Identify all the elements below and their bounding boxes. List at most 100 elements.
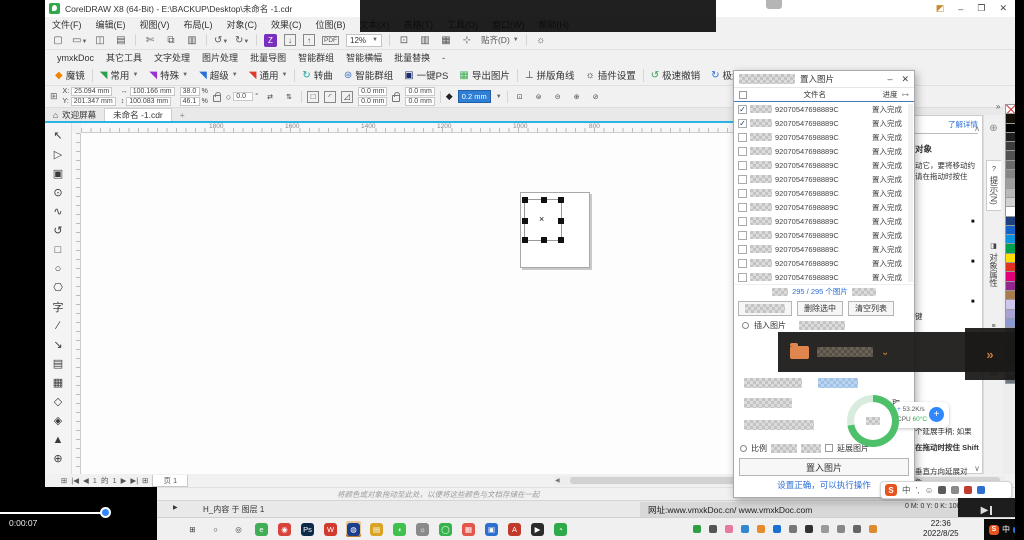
- tray-icon[interactable]: [869, 525, 877, 533]
- tray-icon[interactable]: [789, 525, 797, 533]
- radius-field-3[interactable]: 0.0 mm: [405, 87, 434, 96]
- taskbar-app-icon[interactable]: ▦: [461, 521, 476, 537]
- import-icon[interactable]: ↓: [284, 34, 296, 46]
- taskbar-app-icon[interactable]: W: [323, 521, 338, 537]
- plugin-toolbar-button[interactable]: [517, 69, 518, 82]
- toolbox-tool[interactable]: ▦: [47, 373, 69, 392]
- taskbar-app-icon[interactable]: ◉: [277, 521, 292, 537]
- taskbar-app-icon[interactable]: ◔: [553, 521, 568, 537]
- taskbar-app-icon[interactable]: ☼: [415, 521, 430, 537]
- toolbox-tool[interactable]: ○: [47, 259, 69, 278]
- emoji-icon[interactable]: ☺: [925, 485, 934, 495]
- rotation-angle-field[interactable]: 0.0: [233, 92, 253, 101]
- copy-icon[interactable]: ⧉: [164, 35, 178, 46]
- learn-more-link[interactable]: 了解详情: [915, 120, 978, 134]
- last-page-icon[interactable]: ▶|: [130, 476, 138, 485]
- close-button[interactable]: ✕: [999, 3, 1007, 14]
- sogou-logo-icon[interactable]: S: [885, 484, 897, 496]
- link-radius-icon[interactable]: [392, 95, 400, 102]
- toolbox-tool[interactable]: ◇: [47, 392, 69, 411]
- toolbox-tool[interactable]: ⊙: [47, 183, 69, 202]
- plugin-toolbar-button[interactable]: ◥ 特殊 ▼: [145, 68, 192, 82]
- taskbar-app-icon[interactable]: Ps: [300, 521, 315, 537]
- plugin-toolbar-button[interactable]: ◥ 通用 ▼: [245, 68, 292, 82]
- plugin-toolbar-button[interactable]: ⊥ 拼版角线 ▼: [521, 68, 579, 82]
- file-row[interactable]: ✓ 92070547698889C 置入完成: [734, 270, 914, 284]
- print-icon[interactable]: ▤: [114, 35, 128, 46]
- tab-document[interactable]: 未命名 -1.cdr: [104, 108, 172, 121]
- row-checkbox[interactable]: ✓: [738, 203, 747, 212]
- to-curve-icon[interactable]: ⊕: [570, 93, 584, 101]
- row-checkbox[interactable]: ✓: [738, 259, 747, 268]
- row-checkbox[interactable]: ✓: [738, 245, 747, 254]
- toolbox-tool[interactable]: ◈: [47, 411, 69, 430]
- toolbox-tool[interactable]: ▤: [47, 354, 69, 373]
- paste-icon[interactable]: ▥: [185, 35, 199, 46]
- taskbar-app-icon[interactable]: ◍: [346, 521, 361, 537]
- quick-customize-icon[interactable]: ⊕: [989, 123, 997, 134]
- taskbar-app-icon[interactable]: A: [507, 521, 522, 537]
- next-page-icon[interactable]: ▶: [121, 476, 127, 485]
- file-row[interactable]: ✓ 92070547698889C 置入完成: [734, 144, 914, 158]
- toolbox-tool[interactable]: ⎔: [47, 278, 69, 297]
- toolbox-tool[interactable]: ↺: [47, 221, 69, 240]
- plugin-menu-item[interactable]: 批量替换: [390, 51, 434, 64]
- dialog-minimize-icon[interactable]: –: [887, 74, 892, 85]
- taskbar-app-icon[interactable]: ○: [208, 521, 223, 537]
- fullscreen-icon[interactable]: ⊡: [397, 35, 411, 46]
- video-progress-handle[interactable]: [100, 507, 111, 518]
- plugin-menu-item[interactable]: 其它工具: [102, 51, 146, 64]
- clear-list-button[interactable]: 清空列表: [848, 301, 894, 316]
- dialog-close-icon[interactable]: ✕: [901, 74, 909, 85]
- file-row[interactable]: ✓ 92070547698889C 置入完成: [734, 186, 914, 200]
- radius-field-4[interactable]: 0.0 mm: [405, 97, 434, 106]
- list-scrollbar[interactable]: [908, 104, 913, 282]
- tray-icon[interactable]: [773, 525, 781, 533]
- plugin-toolbar-button[interactable]: ↺ 极速撤销 ▼: [647, 68, 704, 82]
- file-row[interactable]: ✓ 92070547698889C 置入完成: [734, 158, 914, 172]
- tray-icon[interactable]: [693, 525, 701, 533]
- x-position-field[interactable]: 25.094 mm: [71, 87, 112, 96]
- taskbar-app-icon[interactable]: ◎: [231, 521, 246, 537]
- file-row[interactable]: ✓ 92070547698889C 置入完成: [734, 172, 914, 186]
- scale-y-field[interactable]: 46.1: [180, 97, 200, 106]
- publish-pdf-icon[interactable]: PDF: [322, 36, 339, 45]
- video-progress-bar[interactable]: [0, 512, 110, 514]
- file-row[interactable]: ✓ 92070547698889C 置入完成: [734, 200, 914, 214]
- taskbar-app-icon[interactable]: e: [254, 521, 269, 537]
- docker-tab[interactable]: ? 提示(N): [986, 160, 1001, 211]
- zoom-level-combobox[interactable]: 12%▼: [346, 34, 382, 47]
- taskbar-app-icon[interactable]: ◖: [392, 521, 407, 537]
- plugin-toolbar-button[interactable]: ☼ 插件设置 ▼: [582, 68, 640, 82]
- minimize-button[interactable]: –: [958, 4, 963, 14]
- chamfered-corner-icon[interactable]: ◿: [341, 91, 353, 103]
- plugin-toolbar-button[interactable]: ↻ 转曲 ▼: [298, 68, 336, 82]
- selection-handle[interactable]: [522, 218, 528, 224]
- row-checkbox[interactable]: ✓: [738, 133, 747, 142]
- menu-item[interactable]: 视图(V): [133, 18, 177, 31]
- accelerate-plus-button[interactable]: +: [929, 407, 944, 422]
- input-mode[interactable]: 中: [902, 484, 911, 496]
- plugin-menu-item[interactable]: 智能群组: [294, 51, 338, 64]
- selection-handle[interactable]: [558, 237, 564, 243]
- save-icon[interactable]: ◫: [93, 35, 107, 46]
- taskbar-app-icon[interactable]: ▤: [369, 521, 384, 537]
- export-icon[interactable]: ↑: [303, 34, 315, 46]
- rulers-icon[interactable]: ▥: [418, 35, 432, 46]
- keyboard-icon[interactable]: [951, 486, 959, 494]
- plugin-menu-item[interactable]: -: [438, 53, 449, 63]
- vertical-ruler[interactable]: [72, 133, 81, 474]
- misc-icon[interactable]: ⊘: [589, 93, 603, 101]
- file-row[interactable]: ✓ 92070547698889C 置入完成: [734, 102, 914, 116]
- toolbox-tool[interactable]: ↖: [47, 126, 69, 145]
- outline-width-field[interactable]: 0.2 mm: [458, 90, 491, 103]
- file-row[interactable]: ✓ 92070547698889C 置入完成: [734, 214, 914, 228]
- tray-icon[interactable]: [741, 525, 749, 533]
- plugin-toolbar-button[interactable]: [643, 69, 644, 82]
- tray-icon[interactable]: [805, 525, 813, 533]
- plugin-toolbar-button[interactable]: ◆ 魔镜 ▼: [51, 68, 89, 82]
- skin-icon[interactable]: [964, 486, 972, 494]
- row-checkbox[interactable]: ✓: [738, 147, 747, 156]
- microphone-icon[interactable]: [938, 486, 946, 494]
- scroll-up-icon[interactable]: ∧: [974, 124, 980, 133]
